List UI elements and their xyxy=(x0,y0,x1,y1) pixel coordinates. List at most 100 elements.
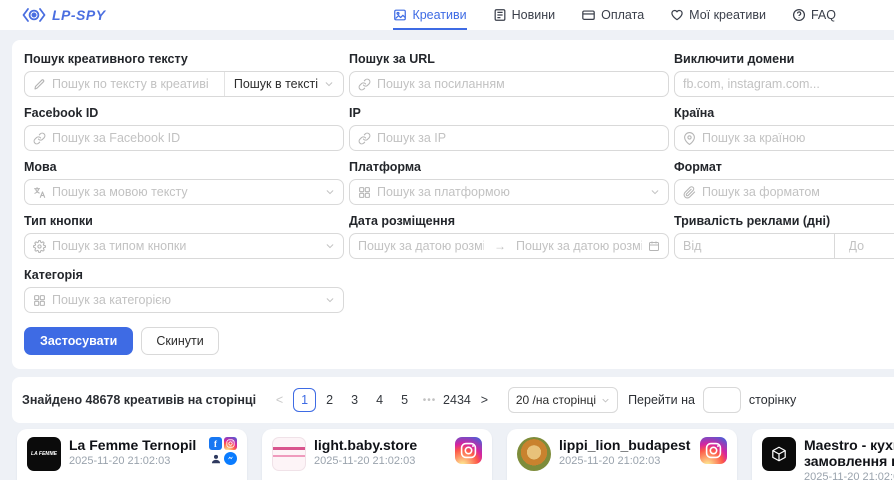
grid-icon xyxy=(358,186,371,199)
exclude-domains-input[interactable] xyxy=(683,77,894,91)
goto-page: Перейти на сторінку xyxy=(628,387,796,413)
language-input[interactable] xyxy=(52,185,319,199)
filter-field-format: Формат xyxy=(674,160,894,205)
filter-field-button-type: Тип кнопки xyxy=(24,214,344,259)
audience-network-icon xyxy=(209,452,222,465)
facebook-id-input[interactable] xyxy=(52,131,335,145)
paperclip-icon xyxy=(683,186,696,199)
format-input[interactable] xyxy=(702,185,894,199)
field-label: Платформа xyxy=(349,160,669,174)
language-select[interactable] xyxy=(24,179,344,205)
search-mode-select[interactable]: Пошук в тексті xyxy=(224,72,343,96)
button-type-select[interactable] xyxy=(24,233,344,259)
creative-card[interactable]: LA FEMME La Femme Ternopil 2025-11-20 21… xyxy=(17,429,247,480)
nav-item-my-creatives[interactable]: Мої креативи xyxy=(670,0,766,30)
creative-text-input[interactable] xyxy=(52,77,216,91)
page-button[interactable]: 4 xyxy=(368,388,391,412)
card-title-line1: Maestro - кухні, ме xyxy=(804,437,894,453)
chevron-down-icon xyxy=(601,396,610,405)
filters-panel: Пошук креативного тексту Пошук в тексті … xyxy=(12,40,894,369)
pagination-panel: Знайдено 48678 креативів на сторінці < 1… xyxy=(12,377,894,423)
brand-logo[interactable]: LP-SPY xyxy=(22,0,106,30)
category-select[interactable] xyxy=(24,287,344,313)
reset-button[interactable]: Скинути xyxy=(141,327,218,355)
nav-item-news[interactable]: Новини xyxy=(493,0,556,30)
field-label: Категорія xyxy=(24,268,344,282)
nav-item-creatives[interactable]: Креативи xyxy=(393,0,466,30)
apply-button[interactable]: Застосувати xyxy=(24,327,133,355)
pages-ellipsis[interactable]: ••• xyxy=(418,388,441,412)
date-end-input[interactable] xyxy=(516,239,642,253)
field-label: Країна xyxy=(674,106,894,120)
filter-field-category: Категорія xyxy=(24,268,344,313)
credit-card-icon xyxy=(581,8,596,22)
avatar-text: LA FEMME xyxy=(31,451,57,458)
duration-group xyxy=(674,233,894,259)
facebook-id-control xyxy=(24,125,344,151)
country-control xyxy=(674,125,894,151)
news-icon xyxy=(493,8,507,22)
page-button[interactable]: 3 xyxy=(343,388,366,412)
next-page-icon[interactable]: > xyxy=(473,388,496,412)
ip-control xyxy=(349,125,669,151)
duration-from-input[interactable] xyxy=(675,239,828,253)
date-start-input[interactable] xyxy=(358,239,484,253)
filter-field-duration: Тривалість реклами (дні) xyxy=(674,214,894,259)
chevron-down-icon xyxy=(325,295,335,305)
creatives-grid: LA FEMME La Femme Ternopil 2025-11-20 21… xyxy=(0,423,894,480)
grid-icon xyxy=(33,294,46,307)
heart-icon xyxy=(670,8,684,22)
goto-suffix-label: сторінку xyxy=(749,393,796,407)
page-button[interactable]: 1 xyxy=(293,388,316,412)
nav-item-faq[interactable]: FAQ xyxy=(792,0,836,30)
avatar xyxy=(517,437,551,471)
creative-card[interactable]: lippi_lion_budapest 2025-11-20 21:02:03 … xyxy=(507,429,737,480)
category-input[interactable] xyxy=(52,293,319,307)
pager: < 1 2 3 4 5 ••• 2434 > xyxy=(268,388,496,412)
filter-field-creative-text: Пошук креативного тексту Пошук в тексті xyxy=(24,52,344,97)
goto-page-input[interactable] xyxy=(703,387,741,413)
nav-item-payment[interactable]: Оплата xyxy=(581,0,644,30)
ip-input[interactable] xyxy=(377,131,660,145)
nav-label: FAQ xyxy=(811,8,836,22)
nav-label: Мої креативи xyxy=(689,8,766,22)
pencil-icon xyxy=(33,78,46,91)
creative-card[interactable]: light.baby.store 2025-11-20 21:02:03 3 d… xyxy=(262,429,492,480)
page-size-select[interactable]: 20 /на сторінці xyxy=(508,387,618,413)
arrow-right-icon: → xyxy=(490,239,510,253)
search-mode-value: Пошук в тексті xyxy=(234,77,318,91)
date-range-picker[interactable]: → xyxy=(349,233,669,259)
chevron-down-icon xyxy=(325,187,335,197)
messenger-icon xyxy=(224,452,237,465)
page-button[interactable]: 2434 xyxy=(443,388,471,412)
card-title-line2: замовлення в Ужго xyxy=(804,453,894,469)
link-icon xyxy=(358,132,371,145)
field-label: Виключити домени xyxy=(674,52,894,66)
field-label: Пошук за URL xyxy=(349,52,669,66)
field-label: Тривалість реклами (дні) xyxy=(674,214,894,228)
nav-label: Креативи xyxy=(412,8,466,22)
button-type-input[interactable] xyxy=(52,239,319,253)
field-label: Формат xyxy=(674,160,894,174)
field-label: Тип кнопки xyxy=(24,214,344,228)
eye-logo-icon xyxy=(22,7,46,23)
format-select[interactable] xyxy=(674,179,894,205)
prev-page-icon[interactable]: < xyxy=(268,388,291,412)
country-input[interactable] xyxy=(702,131,894,145)
top-navbar: LP-SPY Креативи Новини Оплата Мої креати… xyxy=(0,0,894,30)
filter-field-platform: Платформа xyxy=(349,160,669,205)
creative-card[interactable]: Maestro - кухні, ме замовлення в Ужго 20… xyxy=(752,429,894,480)
chevron-down-icon xyxy=(650,187,660,197)
card-title: light.baby.store xyxy=(314,437,447,453)
filter-field-ip: IP xyxy=(349,106,669,151)
page-button[interactable]: 2 xyxy=(318,388,341,412)
duration-to-input[interactable] xyxy=(841,239,894,253)
page-button[interactable]: 5 xyxy=(393,388,416,412)
filter-field-language: Мова xyxy=(24,160,344,205)
url-input[interactable] xyxy=(377,77,660,91)
nav-label: Оплата xyxy=(601,8,644,22)
brand-name: LP-SPY xyxy=(52,7,106,23)
calendar-icon xyxy=(648,240,660,252)
platform-select[interactable] xyxy=(349,179,669,205)
platform-input[interactable] xyxy=(377,185,644,199)
